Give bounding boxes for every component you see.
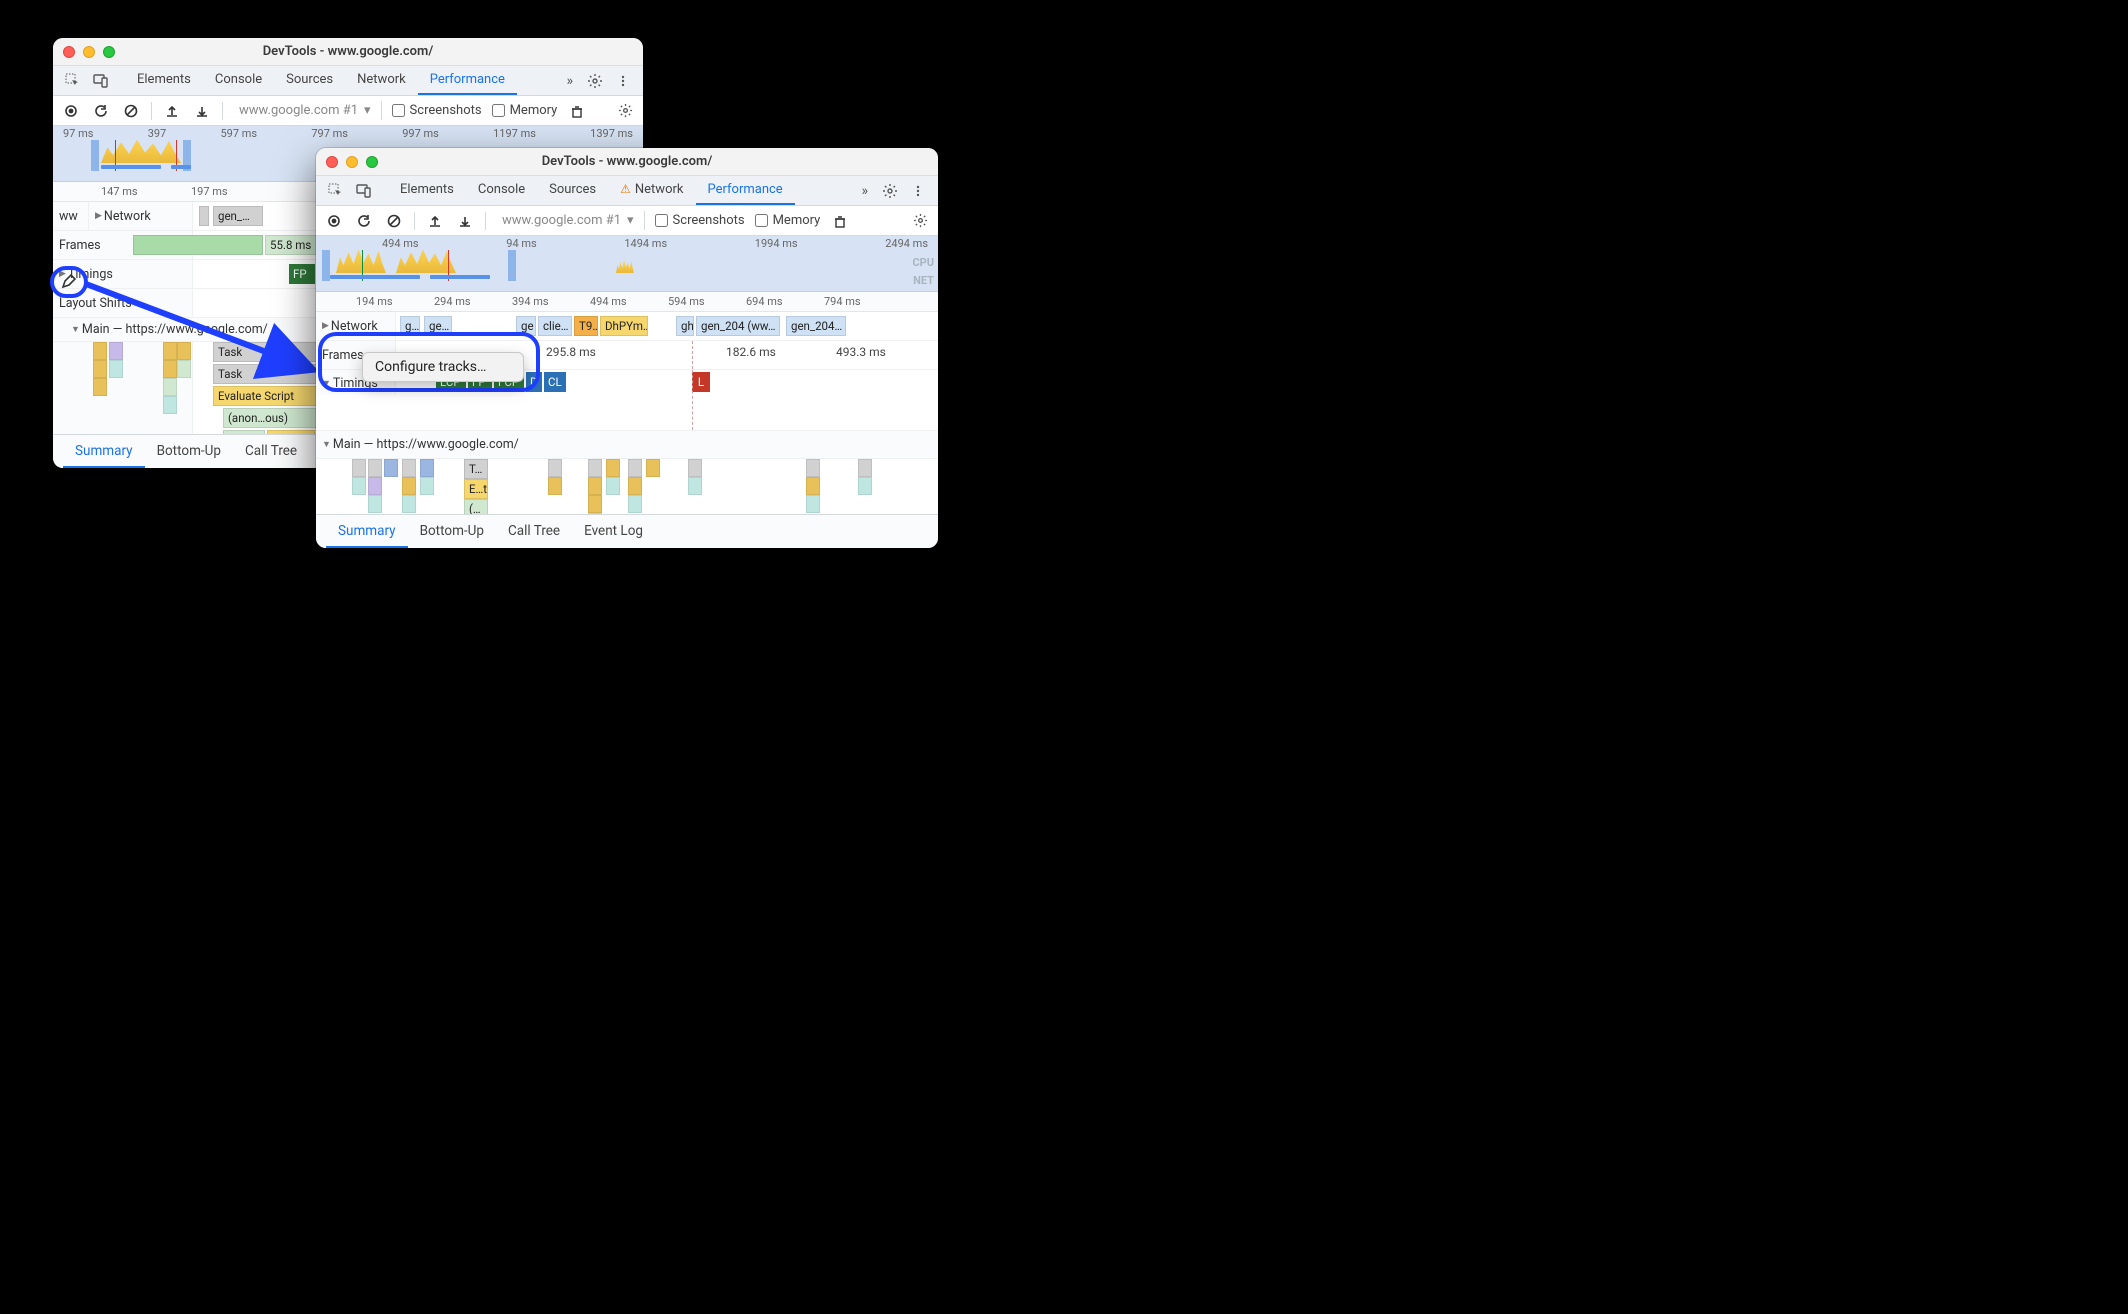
time-ruler[interactable]: 194 ms 294 ms 394 ms 494 ms 594 ms 694 m… [316, 292, 938, 312]
devtools-window-front: DevTools - www.google.com/ Elements Cons… [316, 148, 938, 548]
performance-toolbar: www.google.com #1 ▾ Screenshots Memory [53, 96, 643, 126]
edit-track-icon[interactable] [60, 273, 78, 291]
recording-label: www.google.com #1 [239, 103, 358, 118]
device-toggle-icon[interactable] [89, 69, 113, 93]
settings-icon[interactable] [583, 69, 607, 93]
window-traffic-lights[interactable] [326, 156, 378, 168]
more-tabs-icon[interactable]: » [560, 73, 579, 89]
tab-console[interactable]: Console [203, 66, 274, 95]
panel-settings-icon[interactable] [615, 101, 635, 121]
tab-elements[interactable]: Elements [388, 176, 466, 205]
memory-checkbox[interactable]: Memory [755, 213, 821, 228]
close-icon[interactable] [63, 46, 75, 58]
dropdown-icon: ▾ [364, 103, 371, 118]
titlebar[interactable]: DevTools - www.google.com/ [53, 38, 643, 66]
titlebar[interactable]: DevTools - www.google.com/ [316, 148, 938, 176]
upload-icon[interactable] [425, 211, 445, 231]
clear-icon[interactable] [384, 211, 404, 231]
track-network: ▶ Network g… ge… ge clie… T9… DhPYm… gh … [316, 312, 938, 341]
context-menu[interactable]: Configure tracks… [362, 352, 524, 382]
window-title: DevTools - www.google.com/ [53, 44, 643, 59]
reload-icon[interactable] [91, 101, 111, 121]
btab-event-log[interactable]: Event Log [572, 516, 655, 548]
timeline-overview[interactable]: 494 ms 94 ms 1494 ms 1994 ms 2494 ms CPU… [316, 236, 938, 292]
collapse-icon: ▼ [71, 324, 80, 335]
screenshots-checkbox[interactable]: Screenshots [655, 213, 745, 228]
record-icon[interactable] [61, 101, 81, 121]
tab-performance[interactable]: Performance [696, 176, 795, 205]
window-title: DevTools - www.google.com/ [316, 154, 938, 169]
dropdown-icon: ▾ [627, 213, 634, 228]
more-tabs-icon[interactable]: » [855, 183, 874, 199]
more-menu-icon[interactable] [611, 69, 635, 93]
zoom-icon[interactable] [366, 156, 378, 168]
inspect-element-icon[interactable] [324, 179, 348, 203]
zoom-icon[interactable] [103, 46, 115, 58]
tab-elements[interactable]: Elements [125, 66, 203, 95]
reload-icon[interactable] [354, 211, 374, 231]
bottom-tabs: Summary Bottom-Up Call Tree Event Log [316, 514, 938, 548]
inspect-element-icon[interactable] [61, 69, 85, 93]
track-main: ▼ Main — https://www.google.com/ [316, 431, 938, 459]
download-icon[interactable] [192, 101, 212, 121]
network-abbrev: ww [59, 209, 78, 224]
panel-tabs: Elements Console Sources Network Perform… [388, 176, 851, 205]
recording-selector[interactable]: www.google.com #1 ▾ [496, 211, 645, 230]
gc-icon[interactable] [567, 101, 587, 121]
tab-sources[interactable]: Sources [537, 176, 608, 205]
devtools-tabstrip: Elements Console Sources Network Perform… [316, 176, 938, 206]
btab-call-tree[interactable]: Call Tree [233, 436, 309, 468]
clear-icon[interactable] [121, 101, 141, 121]
main-flame: T… E…t (… [316, 459, 938, 514]
tab-performance[interactable]: Performance [418, 66, 517, 95]
more-menu-icon[interactable] [906, 179, 930, 203]
performance-toolbar: www.google.com #1 ▾ Screenshots Memory [316, 206, 938, 236]
device-toggle-icon[interactable] [352, 179, 376, 203]
panel-tabs: Elements Console Sources Network Perform… [125, 66, 556, 95]
record-icon[interactable] [324, 211, 344, 231]
collapse-icon: ▼ [322, 378, 331, 389]
tab-sources[interactable]: Sources [274, 66, 345, 95]
close-icon[interactable] [326, 156, 338, 168]
expand-icon: ▶ [95, 211, 102, 221]
btab-call-tree[interactable]: Call Tree [496, 516, 572, 548]
minimize-icon[interactable] [83, 46, 95, 58]
upload-icon[interactable] [162, 101, 182, 121]
memory-checkbox[interactable]: Memory [492, 103, 558, 118]
gc-icon[interactable] [830, 211, 850, 231]
btab-bottom-up[interactable]: Bottom-Up [145, 436, 233, 468]
btab-summary[interactable]: Summary [326, 516, 408, 548]
tracks-area[interactable]: ▶ Network g… ge… ge clie… T9… DhPYm… gh … [316, 312, 938, 514]
screenshots-checkbox[interactable]: Screenshots [392, 103, 482, 118]
tab-console[interactable]: Console [466, 176, 537, 205]
btab-summary[interactable]: Summary [63, 436, 145, 468]
minimize-icon[interactable] [346, 156, 358, 168]
expand-icon: ▶ [322, 321, 329, 331]
devtools-tabstrip: Elements Console Sources Network Perform… [53, 66, 643, 96]
window-traffic-lights[interactable] [63, 46, 115, 58]
panel-settings-icon[interactable] [910, 211, 930, 231]
btab-bottom-up[interactable]: Bottom-Up [408, 516, 496, 548]
tab-network[interactable]: Network [345, 66, 418, 95]
context-menu-item-configure-tracks[interactable]: Configure tracks… [375, 359, 511, 375]
download-icon[interactable] [455, 211, 475, 231]
tab-network[interactable]: Network [608, 176, 695, 205]
collapse-icon: ▼ [322, 439, 331, 450]
recording-selector[interactable]: www.google.com #1 ▾ [233, 101, 382, 120]
settings-icon[interactable] [878, 179, 902, 203]
